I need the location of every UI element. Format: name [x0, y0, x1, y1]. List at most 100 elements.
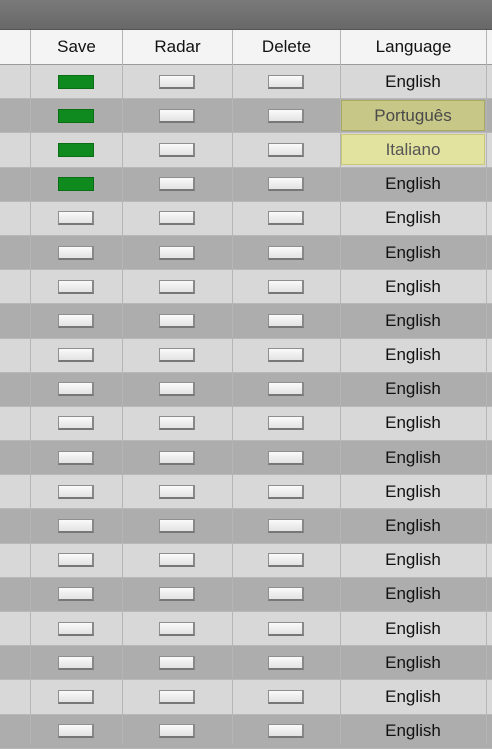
radar-button[interactable] — [159, 109, 195, 123]
delete-button[interactable] — [268, 280, 304, 294]
language-select[interactable]: English — [341, 511, 485, 542]
delete-button[interactable] — [268, 485, 304, 499]
language-select[interactable]: English — [341, 374, 485, 405]
save-button[interactable] — [58, 109, 94, 123]
radar-cell — [122, 544, 232, 577]
radar-button[interactable] — [159, 690, 195, 704]
radar-button[interactable] — [159, 451, 195, 465]
radar-button[interactable] — [159, 280, 195, 294]
language-select[interactable]: English — [341, 647, 485, 678]
save-button[interactable] — [58, 314, 94, 328]
language-select[interactable]: English — [341, 340, 485, 371]
save-button[interactable] — [58, 177, 94, 191]
language-select[interactable]: English — [341, 545, 485, 576]
save-button[interactable] — [58, 622, 94, 636]
language-select[interactable]: English — [341, 271, 485, 302]
save-button[interactable] — [58, 587, 94, 601]
radar-button[interactable] — [159, 587, 195, 601]
radar-cell — [122, 339, 232, 372]
delete-button[interactable] — [268, 724, 304, 738]
delete-button[interactable] — [268, 109, 304, 123]
language-select[interactable]: English — [341, 305, 485, 336]
delete-button[interactable] — [268, 519, 304, 533]
column-divider — [30, 30, 31, 744]
header-save[interactable]: Save — [30, 30, 122, 64]
save-cell — [30, 304, 122, 337]
language-select[interactable]: English — [341, 408, 485, 439]
save-button[interactable] — [58, 485, 94, 499]
save-cell — [30, 715, 122, 748]
save-button[interactable] — [58, 75, 94, 89]
radar-button[interactable] — [159, 656, 195, 670]
language-select[interactable]: English — [341, 681, 485, 712]
delete-button[interactable] — [268, 553, 304, 567]
save-cell — [30, 544, 122, 577]
language-select[interactable]: Italiano — [341, 134, 485, 165]
save-button[interactable] — [58, 690, 94, 704]
radar-cell — [122, 133, 232, 166]
delete-button[interactable] — [268, 211, 304, 225]
column-divider — [232, 30, 233, 744]
delete-button[interactable] — [268, 143, 304, 157]
language-select[interactable]: English — [341, 476, 485, 507]
save-button[interactable] — [58, 280, 94, 294]
radar-button[interactable] — [159, 553, 195, 567]
radar-button[interactable] — [159, 724, 195, 738]
save-button[interactable] — [58, 656, 94, 670]
delete-cell — [232, 646, 340, 679]
delete-button[interactable] — [268, 75, 304, 89]
language-cell: English — [340, 407, 486, 440]
table-row: English — [0, 65, 492, 99]
radar-button[interactable] — [159, 622, 195, 636]
radar-button[interactable] — [159, 246, 195, 260]
header-language[interactable]: Language — [340, 30, 486, 64]
header-delete[interactable]: Delete — [232, 30, 340, 64]
language-select[interactable]: English — [341, 203, 485, 234]
delete-button[interactable] — [268, 656, 304, 670]
radar-button[interactable] — [159, 177, 195, 191]
language-select[interactable]: Português — [341, 100, 485, 131]
delete-button[interactable] — [268, 690, 304, 704]
save-button[interactable] — [58, 451, 94, 465]
language-select[interactable]: English — [341, 169, 485, 200]
save-cell — [30, 99, 122, 132]
radar-button[interactable] — [159, 75, 195, 89]
language-select[interactable]: English — [341, 237, 485, 268]
radar-button[interactable] — [159, 211, 195, 225]
language-select[interactable]: English — [341, 613, 485, 644]
delete-button[interactable] — [268, 587, 304, 601]
save-button[interactable] — [58, 348, 94, 362]
language-select[interactable]: English — [341, 66, 485, 97]
radar-button[interactable] — [159, 314, 195, 328]
radar-cell — [122, 578, 232, 611]
radar-button[interactable] — [159, 348, 195, 362]
save-button[interactable] — [58, 519, 94, 533]
language-cell: English — [340, 544, 486, 577]
radar-button[interactable] — [159, 519, 195, 533]
save-button[interactable] — [58, 553, 94, 567]
radar-button[interactable] — [159, 382, 195, 396]
radar-button[interactable] — [159, 485, 195, 499]
language-select[interactable]: English — [341, 442, 485, 473]
language-select[interactable]: English — [341, 716, 485, 747]
delete-button[interactable] — [268, 177, 304, 191]
radar-button[interactable] — [159, 143, 195, 157]
radar-cell — [122, 99, 232, 132]
save-button[interactable] — [58, 382, 94, 396]
delete-button[interactable] — [268, 451, 304, 465]
radar-button[interactable] — [159, 416, 195, 430]
delete-button[interactable] — [268, 382, 304, 396]
delete-button[interactable] — [268, 246, 304, 260]
save-button[interactable] — [58, 416, 94, 430]
delete-button[interactable] — [268, 416, 304, 430]
delete-button[interactable] — [268, 314, 304, 328]
save-cell — [30, 202, 122, 235]
save-button[interactable] — [58, 143, 94, 157]
delete-button[interactable] — [268, 348, 304, 362]
delete-button[interactable] — [268, 622, 304, 636]
language-select[interactable]: English — [341, 579, 485, 610]
save-button[interactable] — [58, 211, 94, 225]
save-button[interactable] — [58, 246, 94, 260]
header-radar[interactable]: Radar — [122, 30, 232, 64]
save-button[interactable] — [58, 724, 94, 738]
